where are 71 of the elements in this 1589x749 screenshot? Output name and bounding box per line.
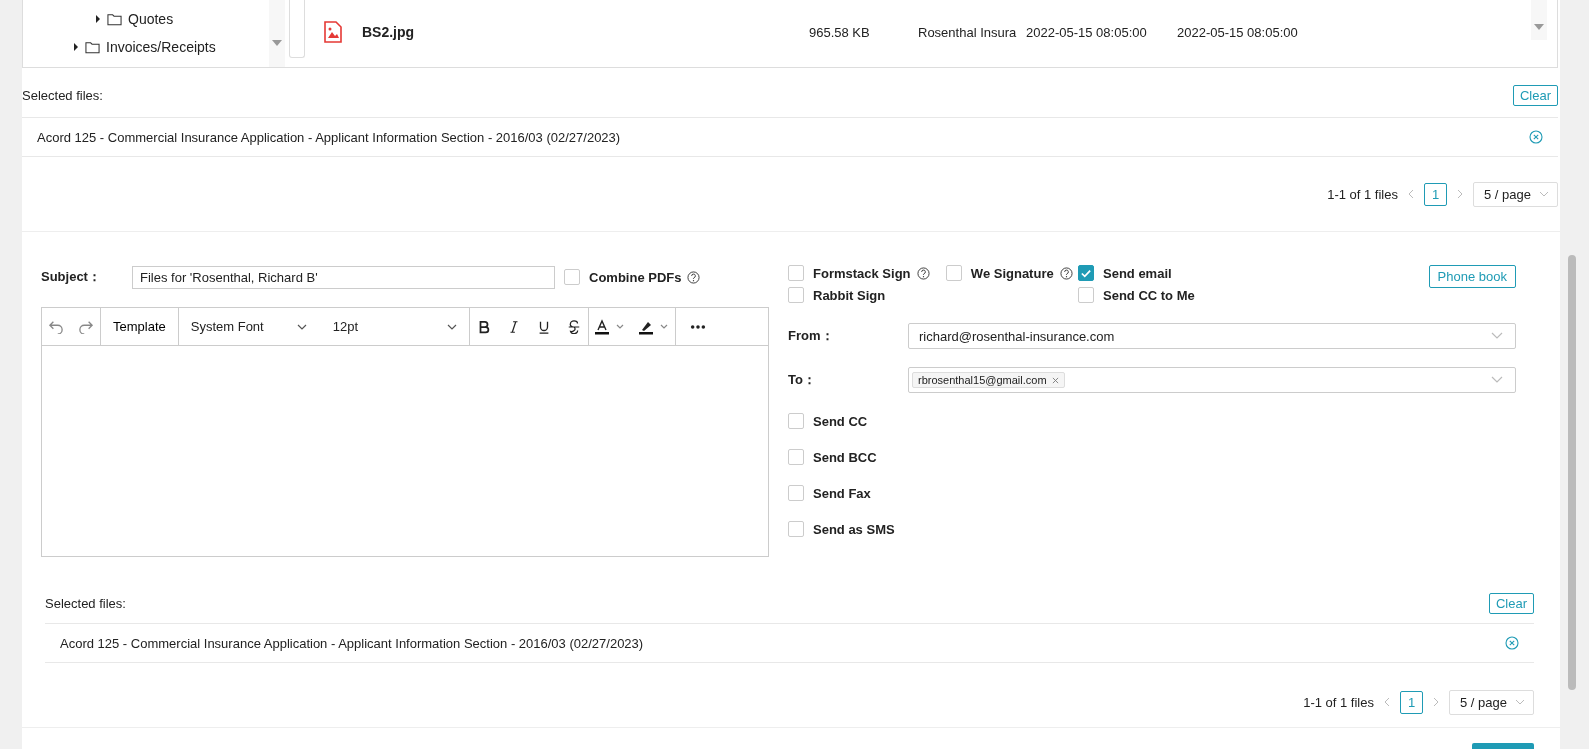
font-size-select[interactable]: 12pt <box>326 319 463 334</box>
checkbox-label: Combine PDFs <box>589 269 682 285</box>
folder-icon <box>107 12 122 26</box>
section-label: Selected files: <box>22 87 103 103</box>
checkbox-label: Send email <box>1103 265 1172 281</box>
caret-icon[interactable] <box>95 15 101 23</box>
check-icon <box>1081 268 1091 278</box>
previous-page-icon[interactable] <box>1408 189 1414 199</box>
checkbox[interactable] <box>1078 265 1094 281</box>
checkbox[interactable] <box>788 521 804 537</box>
checkbox-label: Send BCC <box>813 449 877 465</box>
checkbox[interactable] <box>564 269 580 285</box>
selected-file: Acord 125 - Commercial Insurance Application - Applicant Information Section - 2016/03 (02/27/2023) <box>60 635 644 651</box>
file-name[interactable]: BS2.jpg <box>362 24 809 40</box>
to-select[interactable]: rbrosenthal15@gmail.com <box>908 367 1516 393</box>
next-page-icon[interactable] <box>1433 697 1439 707</box>
scrollbar[interactable] <box>269 0 285 67</box>
section-label: Selected files: <box>45 595 126 611</box>
splitter[interactable] <box>289 0 305 58</box>
from-select[interactable]: richard@rosenthal-insurance.com <box>908 323 1516 349</box>
redo-icon[interactable] <box>78 319 94 334</box>
page-size-select[interactable]: 5 / page <box>1473 181 1558 207</box>
scroll-down-icon[interactable] <box>1534 24 1544 30</box>
checkbox[interactable] <box>945 265 962 281</box>
checkbox[interactable] <box>788 265 804 281</box>
subject-field[interactable]: Files for 'Rosenthal, Richard B' <box>132 265 555 289</box>
font-select[interactable]: System Font <box>184 319 313 334</box>
scrollbar[interactable] <box>1531 0 1547 40</box>
recipient-tag[interactable]: rbrosenthal15@gmail.com <box>912 372 1065 388</box>
checkbox[interactable] <box>788 287 804 303</box>
checkbox[interactable] <box>1078 287 1094 303</box>
checkbox[interactable] <box>788 449 804 465</box>
next-page-icon[interactable] <box>1457 189 1463 199</box>
undo-icon[interactable] <box>48 319 64 334</box>
page-size-select[interactable]: 5 / page <box>1449 689 1534 715</box>
close-icon[interactable] <box>1051 376 1059 384</box>
caret-icon[interactable] <box>73 43 79 51</box>
text-color-icon[interactable] <box>594 318 625 335</box>
checkbox-label: Send CC <box>813 413 868 429</box>
checkbox-label: Formstack Sign <box>813 265 911 281</box>
checkbox[interactable] <box>788 413 804 429</box>
checkbox-label: Rabbit Sign <box>813 287 886 303</box>
from-label: From： <box>788 327 835 345</box>
chevron-icon[interactable] <box>296 323 307 330</box>
checkbox-label: Send Fax <box>813 485 871 501</box>
image-file-icon <box>324 21 342 43</box>
checkbox-label: Send CC to Me <box>1103 287 1195 303</box>
chevron-icon[interactable] <box>446 323 457 330</box>
subject-label: Subject： <box>41 268 102 286</box>
checkbox[interactable] <box>788 485 804 501</box>
scroll-down-icon[interactable] <box>272 40 282 46</box>
file-owner: Rosenthal Insura <box>918 24 1018 40</box>
previous-page-icon[interactable] <box>1384 697 1390 707</box>
checkbox-label: We Signature <box>970 265 1054 281</box>
tree-item[interactable]: Quotes <box>128 11 174 27</box>
remove-icon[interactable] <box>1505 636 1519 650</box>
folder-icon <box>85 40 100 54</box>
file-date: 2022-05-15 08:05:00 <box>1026 24 1148 40</box>
selected-file: Acord 125 - Commercial Insurance Application - Applicant Information Section - 2016/03 (02/27/2023) <box>37 129 621 145</box>
file-size: 965.58 KB <box>809 24 871 40</box>
help-icon[interactable] <box>916 266 930 280</box>
tree-item[interactable]: Invoices/Receipts <box>106 39 216 55</box>
checkbox-label: Send as SMS <box>813 521 895 537</box>
file-date: 2022-05-15 08:05:00 <box>1177 24 1299 40</box>
template-button[interactable]: Template <box>107 319 172 334</box>
pagination-summary: 1-1 of 1 files <box>1327 186 1398 202</box>
help-icon[interactable] <box>687 270 701 284</box>
pagination-summary: 1-1 of 1 files <box>1303 694 1374 710</box>
to-label: To： <box>788 371 817 389</box>
remove-icon[interactable] <box>1529 130 1543 144</box>
help-icon[interactable] <box>1059 266 1073 280</box>
